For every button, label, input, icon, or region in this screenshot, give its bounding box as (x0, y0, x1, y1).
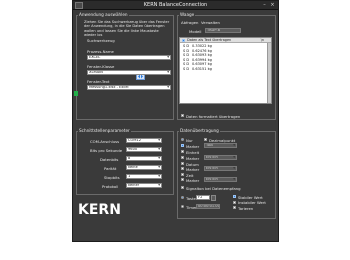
close-button[interactable]: × (269, 2, 276, 8)
tab-query[interactable]: Abfragen (181, 20, 198, 25)
marker-select[interactable]: TAB (204, 143, 237, 148)
list-header: Daten als Text übertragen \n (180, 38, 271, 43)
timer-field[interactable]: 00:00:01.000 (196, 204, 220, 209)
tab-manage[interactable]: Verwalten (201, 20, 220, 25)
marker-checkbox[interactable] (181, 144, 184, 147)
stopbits-select[interactable]: 1 (126, 174, 162, 179)
data-list[interactable]: Daten als Text übertragen \n S D 0.33022 … (179, 37, 272, 104)
decimal-checkbox[interactable] (204, 138, 207, 141)
instructions-text: Ziehen Sie das Suchwerkzeug über das Fen… (84, 20, 170, 38)
list-header-extra: \n (260, 38, 264, 42)
window-class-field[interactable]: XLMAIN (87, 70, 171, 75)
parity-select[interactable]: keine (126, 165, 162, 170)
beep-checkbox[interactable] (181, 186, 184, 189)
model-field[interactable]: TKDP-B (205, 28, 241, 33)
window-class-label: Fenster-Klasse (87, 64, 115, 69)
key-field[interactable]: F2 (196, 195, 210, 200)
list-scrollbar[interactable] (267, 43, 271, 103)
instant-checkbox[interactable] (233, 200, 236, 204)
opt-none-label: Nur (186, 137, 193, 143)
marker3-label: Marker (186, 166, 200, 172)
minimize-button[interactable]: – (261, 2, 268, 8)
key-pick-button[interactable] (211, 194, 216, 201)
baud-label: Bits pro Sekunde (90, 148, 123, 153)
decimal-label: Dezimalpunkt (209, 137, 236, 143)
marker4-label: Marker (186, 177, 200, 183)
beep-label: Signalton bei Datenempfang (186, 185, 241, 191)
marker3-checkbox[interactable] (181, 167, 184, 170)
model-label: Modell (189, 29, 202, 34)
stable-checkbox[interactable] (233, 195, 236, 198)
formatted-label: Daten formatiert übertragen (186, 113, 241, 119)
com-label: COM-Anschluss (90, 139, 120, 144)
marker3-select[interactable]: ENTER (204, 166, 237, 171)
formatted-checkbox[interactable] (181, 114, 184, 117)
window-text-field[interactable]: Messung1.xlsx - Excel (87, 85, 171, 90)
list-item[interactable]: S D 0.63151 kg (183, 67, 212, 71)
list-item[interactable]: S D 0.63093 kg (183, 53, 212, 57)
taring-checkbox[interactable] (233, 206, 236, 209)
taring-label: Tarieren (238, 205, 254, 211)
date-checkbox[interactable] (181, 162, 184, 165)
marker2-label: Marker (186, 155, 200, 161)
marker2-checkbox[interactable] (181, 156, 184, 159)
title-bar: KERN BalanceConnection – × (73, 1, 278, 10)
list-header-label: Daten als Text übertragen (187, 38, 232, 42)
instant-label: Instabiler Wert (238, 200, 266, 205)
kern-logo: KERN (77, 200, 127, 218)
marker4-checkbox[interactable] (181, 178, 184, 181)
list-item[interactable]: S D 0.63994 kg (183, 58, 212, 62)
com-select[interactable]: COM12 (126, 138, 162, 143)
radio-none[interactable] (181, 138, 184, 141)
kern-logo-text: KERN (78, 202, 121, 217)
text-transfer-checkbox[interactable] (182, 38, 185, 42)
key-label: Taste (186, 195, 196, 201)
marker2-select[interactable]: ENTER (204, 155, 237, 160)
app-selection-label: Anwendung auswählen (78, 12, 129, 17)
protocol-label: Protokoll (102, 184, 119, 189)
main-window: KERN BalanceConnection – × Anwendung aus… (72, 0, 279, 242)
unit-checkbox[interactable] (181, 150, 184, 153)
search-tool-label: Suchwerkzeug (87, 38, 115, 43)
data-transfer-label: Datenübertragung (179, 128, 220, 133)
interface-group-label: Schnittstellenparameter (78, 128, 131, 133)
unit-label: Einheit (186, 149, 200, 155)
parity-label: Parität (104, 166, 117, 171)
protocol-select[interactable]: keiner (126, 183, 162, 188)
stopbits-label: Stopbits (104, 175, 120, 180)
list-item[interactable]: S D 0.63097 kg (183, 62, 212, 66)
stable-label: Stabiler Wert (238, 194, 263, 200)
baud-select[interactable]: 9600 (126, 147, 162, 152)
time-checkbox[interactable] (181, 173, 184, 176)
marker4-select[interactable]: ENTER (204, 177, 237, 182)
process-name-label: Prozess-Name (87, 49, 114, 54)
list-item[interactable]: S D 0.33022 kg (183, 44, 212, 48)
marker-label: Marker (186, 143, 200, 149)
databits-label: Datenbits (100, 157, 119, 162)
databits-select[interactable]: 8 (126, 156, 162, 161)
list-item[interactable]: S D 0.62476 kg (183, 49, 212, 53)
window-text-label: Fenster-Text (87, 79, 110, 84)
timer-radio[interactable] (181, 205, 184, 208)
process-name-field[interactable]: EXCEL (87, 55, 171, 60)
window-title: KERN BalanceConnection (143, 2, 208, 8)
key-radio[interactable] (181, 196, 184, 199)
status-ok-icon (74, 91, 78, 96)
scale-group-label: Waage (179, 12, 196, 17)
